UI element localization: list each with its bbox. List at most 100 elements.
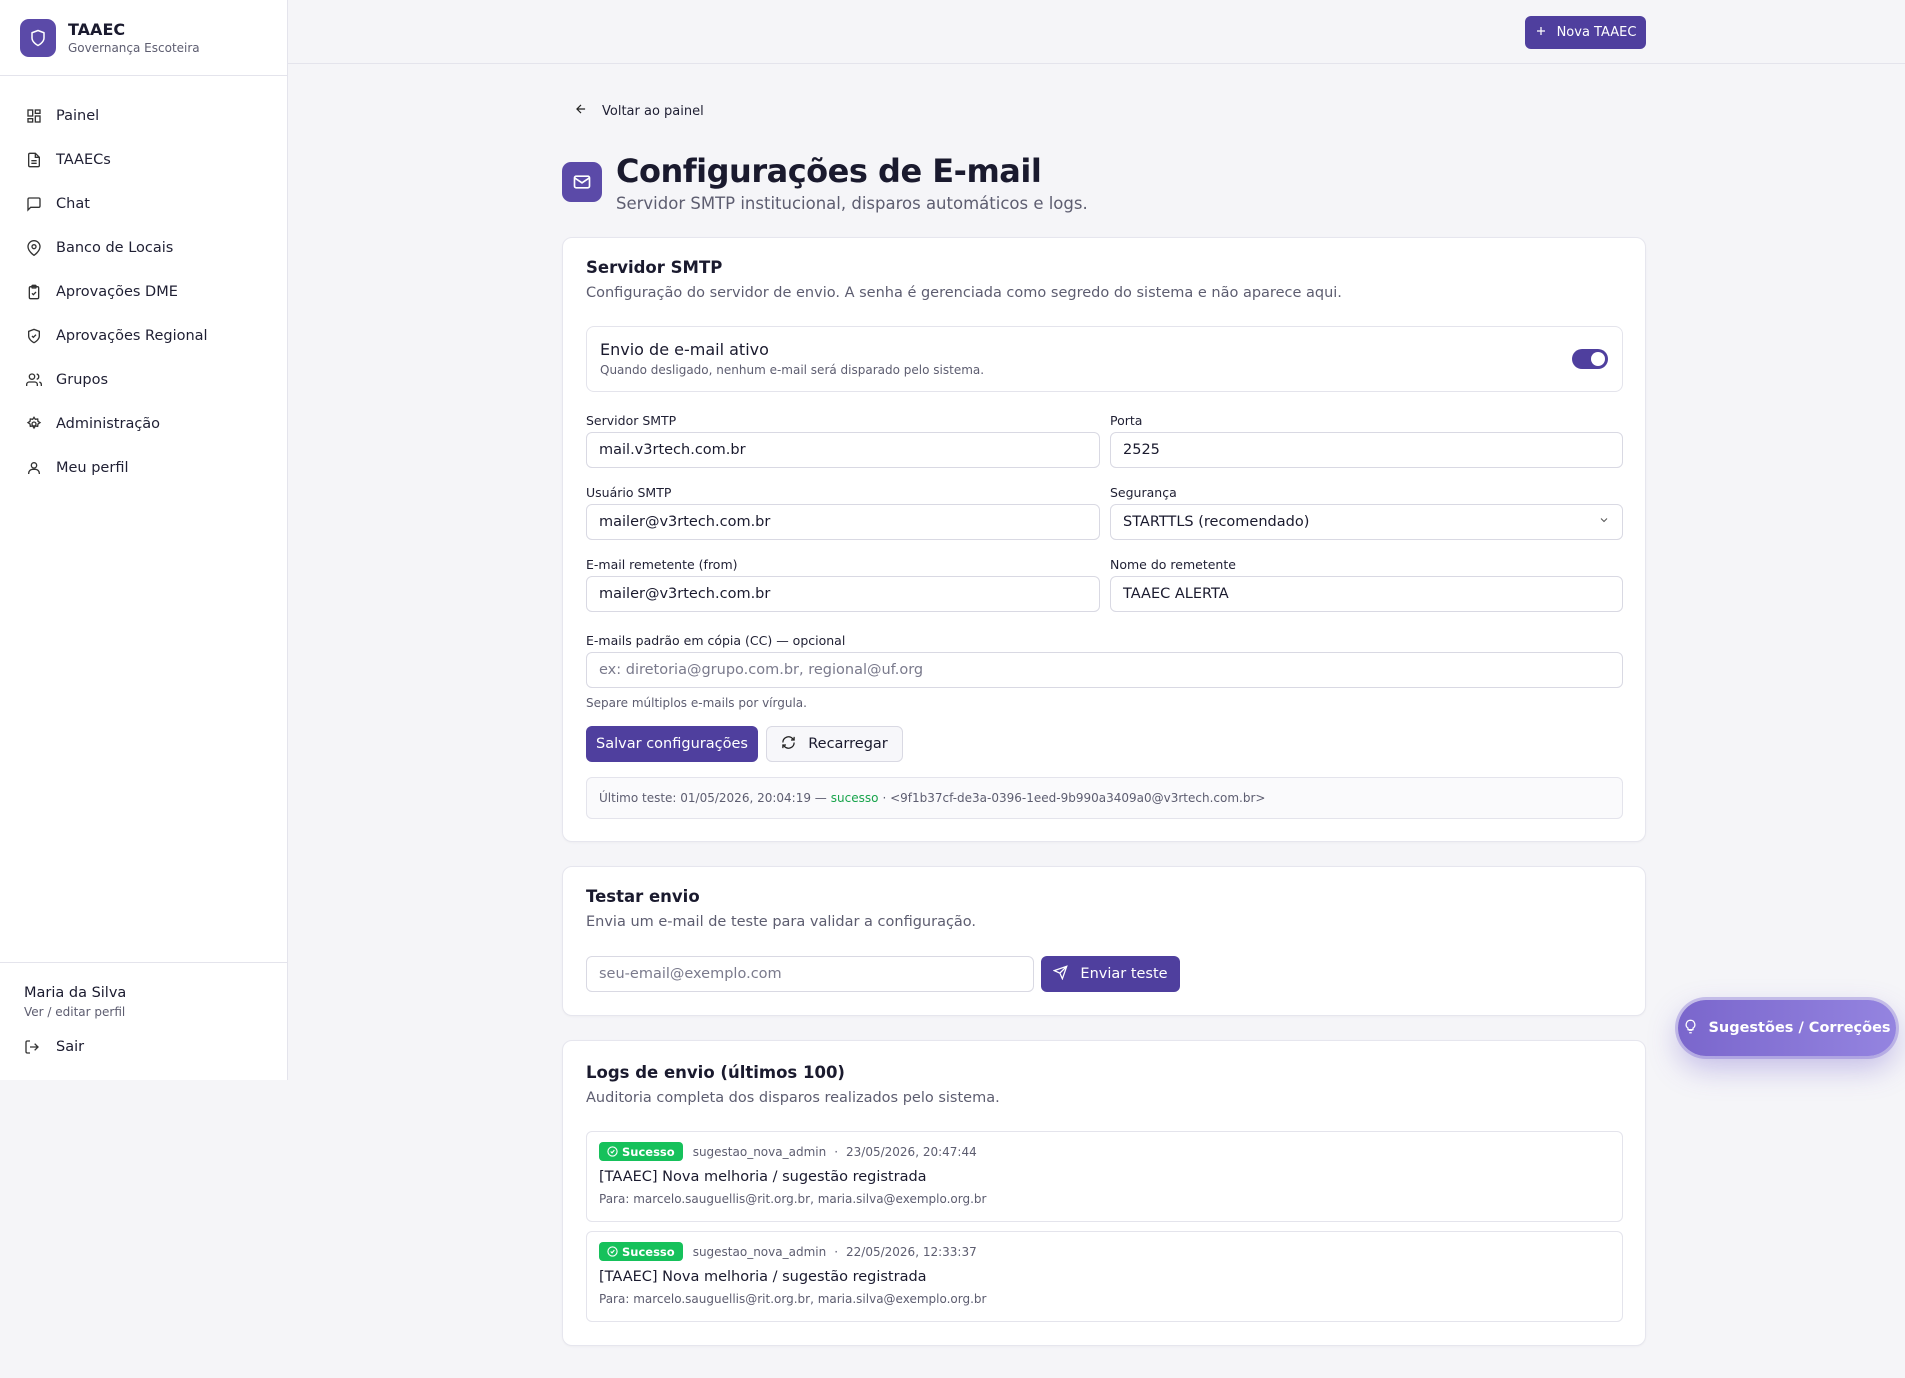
reload-button[interactable]: Recarregar <box>766 726 903 762</box>
edit-profile-link[interactable]: Ver / editar perfil <box>24 1005 287 1019</box>
status-label: Sucesso <box>622 1144 675 1159</box>
logs-card: Logs de envio (últimos 100) Auditoria co… <box>562 1040 1646 1346</box>
test-card-desc: Envia um e-mail de teste para validar a … <box>586 914 977 930</box>
separator-dot: · <box>834 1144 839 1159</box>
users-icon <box>26 372 42 388</box>
sidebar: TAAEC Governança Escoteira Painel TAAECs… <box>0 0 288 1080</box>
field-label: E-mail remetente (from) <box>586 557 738 572</box>
shield-logo-icon <box>20 18 56 57</box>
log-recipients: Para: marcelo.sauguellis@rit.org.br, mar… <box>599 1292 987 1306</box>
test-email-input[interactable] <box>586 956 1034 992</box>
sidebar-item-label: Aprovações DME <box>56 284 178 300</box>
field-label: Usuário SMTP <box>586 485 672 500</box>
reload-label: Recarregar <box>808 736 888 752</box>
brand-subtitle: Governança Escoteira <box>68 41 200 55</box>
sender-name-field: Nome do remetente TAAEC ALERTA <box>1110 557 1623 612</box>
sidebar-item-grupos[interactable]: Grupos <box>0 358 287 402</box>
from-email-field: E-mail remetente (from) mailer@v3rtech.c… <box>586 557 1100 612</box>
email-enabled-toggle[interactable] <box>1572 349 1608 369</box>
save-settings-button[interactable]: Salvar configurações <box>586 726 758 762</box>
last-test-result: sucesso <box>830 791 879 805</box>
smtp-user-input[interactable]: mailer@v3rtech.com.br <box>586 504 1100 540</box>
cc-field: E-mails padrão em cópia (CC) — opcional … <box>586 633 1623 710</box>
sidebar-item-label: Chat <box>56 196 90 212</box>
suggestions-label: Sugestões / Correções <box>1708 1020 1891 1036</box>
log-recipients: Para: marcelo.sauguellis@rit.org.br, mar… <box>599 1192 987 1206</box>
send-test-label: Enviar teste <box>1080 966 1168 982</box>
log-subject: [TAAEC] Nova melhoria / sugestão registr… <box>599 1169 927 1185</box>
document-icon <box>26 152 42 168</box>
status-badge: Sucesso <box>599 1242 683 1261</box>
suggestions-button[interactable]: Sugestões / Correções <box>1678 1000 1896 1056</box>
status-badge: Sucesso <box>599 1142 683 1161</box>
arrow-left-icon <box>574 102 588 120</box>
log-item[interactable]: Sucesso sugestao_nova_admin · 22/05/2026… <box>586 1231 1623 1322</box>
plus-icon <box>1535 25 1547 41</box>
new-taaec-button[interactable]: Nova TAAEC <box>1525 16 1646 49</box>
sidebar-item-aprovacoes-regional[interactable]: Aprovações Regional <box>0 314 287 358</box>
chevron-down-icon <box>1598 514 1610 530</box>
clipboard-check-icon <box>26 284 42 300</box>
sidebar-item-label: Aprovações Regional <box>56 328 208 344</box>
last-test-message-id: · <9f1b37cf-de3a-0396-1eed-9b990a3409a0@… <box>882 791 1266 805</box>
shield-check-icon <box>26 328 42 344</box>
toggle-title: Envio de e-mail ativo <box>600 340 769 359</box>
last-test-prefix: Último teste: 01/05/2026, 20:04:19 — <box>599 791 827 805</box>
send-test-button[interactable]: Enviar teste <box>1041 956 1180 992</box>
log-item[interactable]: Sucesso sugestao_nova_admin · 23/05/2026… <box>586 1131 1623 1222</box>
refresh-icon <box>781 735 796 754</box>
field-label: Porta <box>1110 413 1143 428</box>
logout-button[interactable]: Sair <box>24 1039 287 1055</box>
sidebar-item-label: Administração <box>56 416 161 432</box>
check-circle-icon <box>607 1146 618 1157</box>
sidebar-item-painel[interactable]: Painel <box>0 94 287 138</box>
logout-label: Sair <box>56 1039 85 1055</box>
smtp-card: Servidor SMTP Configuração do servidor d… <box>562 237 1646 842</box>
sidebar-item-aprovacoes-dme[interactable]: Aprovações DME <box>0 270 287 314</box>
security-value: STARTTLS (recomendado) <box>1123 514 1310 530</box>
map-pin-icon <box>26 240 42 256</box>
security-select[interactable]: STARTTLS (recomendado) <box>1110 504 1623 540</box>
log-meta: Sucesso sugestao_nova_admin · 22/05/2026… <box>599 1242 1610 1261</box>
security-field: Segurança STARTTLS (recomendado) <box>1110 485 1623 540</box>
sidebar-item-taaecs[interactable]: TAAECs <box>0 138 287 182</box>
user-name[interactable]: Maria da Silva <box>24 985 287 1001</box>
log-type: sugestao_nova_admin <box>692 1244 827 1259</box>
sidebar-item-label: TAAECs <box>56 152 111 168</box>
logout-icon <box>24 1039 40 1055</box>
log-subject: [TAAEC] Nova melhoria / sugestão registr… <box>599 1269 927 1285</box>
toggle-subtitle: Quando desligado, nenhum e-mail será dis… <box>600 363 985 377</box>
log-type: sugestao_nova_admin <box>692 1144 827 1159</box>
log-meta: Sucesso sugestao_nova_admin · 23/05/2026… <box>599 1142 1610 1161</box>
sidebar-item-banco-de-locais[interactable]: Banco de Locais <box>0 226 287 270</box>
sidebar-item-chat[interactable]: Chat <box>0 182 287 226</box>
field-label: Servidor SMTP <box>586 413 677 428</box>
sidebar-nav: Painel TAAECs Chat Banco de Locais Aprov… <box>0 76 287 490</box>
smtp-card-title: Servidor SMTP <box>586 258 723 277</box>
from-email-input[interactable]: mailer@v3rtech.com.br <box>586 576 1100 612</box>
page-title: Configurações de E-mail <box>616 152 1042 190</box>
smtp-server-input[interactable]: mail.v3rtech.com.br <box>586 432 1100 468</box>
sidebar-item-administracao[interactable]: Administração <box>0 402 287 446</box>
smtp-server-field: Servidor SMTP mail.v3rtech.com.br <box>586 413 1100 468</box>
check-circle-icon <box>607 1246 618 1257</box>
smtp-card-desc: Configuração do servidor de envio. A sen… <box>586 285 1342 301</box>
mail-icon <box>562 162 602 202</box>
back-to-dashboard-link[interactable]: Voltar ao painel <box>574 102 704 120</box>
sender-name-input[interactable]: TAAEC ALERTA <box>1110 576 1623 612</box>
sidebar-item-meu-perfil[interactable]: Meu perfil <box>0 446 287 490</box>
test-send-card: Testar envio Envia um e-mail de teste pa… <box>562 866 1646 1016</box>
log-date: 23/05/2026, 20:47:44 <box>846 1144 977 1159</box>
port-input[interactable]: 2525 <box>1110 432 1623 468</box>
lightbulb-icon <box>1683 1019 1698 1038</box>
email-enabled-row: Envio de e-mail ativo Quando desligado, … <box>586 326 1623 392</box>
sidebar-footer: Maria da Silva Ver / editar perfil Sair <box>0 962 287 1080</box>
send-icon <box>1052 964 1069 984</box>
user-icon <box>26 460 42 476</box>
cc-input[interactable] <box>586 652 1623 688</box>
dashboard-icon <box>26 108 42 124</box>
page-subtitle: Servidor SMTP institucional, disparos au… <box>616 194 1088 213</box>
last-test-status: Último teste: 01/05/2026, 20:04:19 — suc… <box>586 777 1623 819</box>
topbar <box>288 0 1905 64</box>
logs-card-title: Logs de envio (últimos 100) <box>586 1063 845 1082</box>
